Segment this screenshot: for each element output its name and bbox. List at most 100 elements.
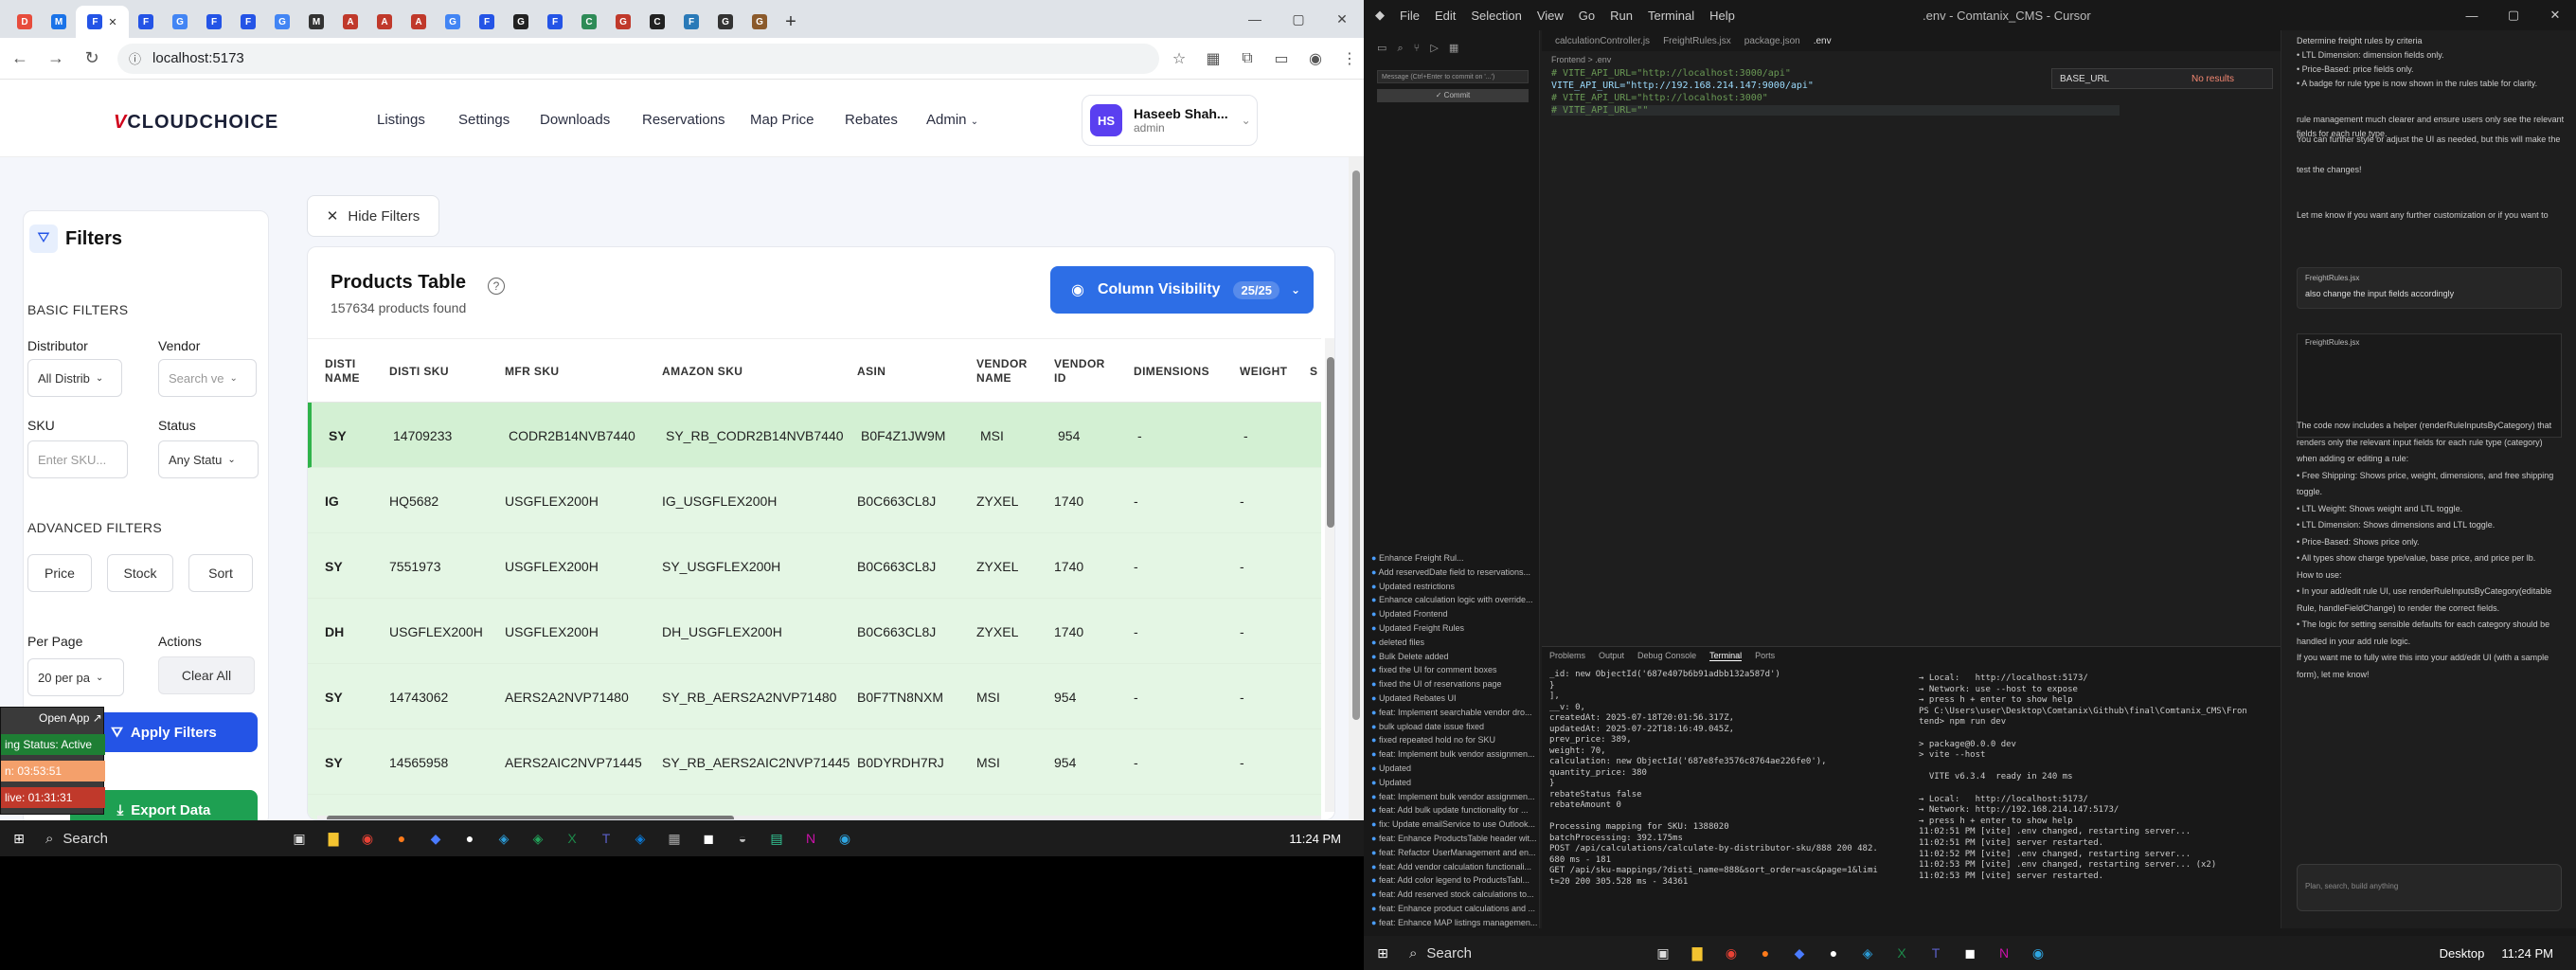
git-commit-item[interactable]: ● fixed the UI of reservations page <box>1371 679 1502 689</box>
table-row[interactable]: SY 14743062 AERS2A2NVP71480 SY_RB_AERS2A2NV… <box>308 664 1321 729</box>
menu-help[interactable]: Help <box>1709 9 1735 23</box>
firefox-icon[interactable]: ● <box>1752 940 1779 966</box>
menu-run[interactable]: Run <box>1610 9 1633 23</box>
menu-view[interactable]: View <box>1537 9 1564 23</box>
browser-tab[interactable]: C <box>640 6 674 38</box>
browser-tab[interactable]: A <box>367 6 402 38</box>
nav-settings[interactable]: Settings <box>458 112 510 128</box>
column-header[interactable]: MFR SKU <box>505 339 559 404</box>
git-commit-item[interactable]: ● Enhance calculation logic with overrid… <box>1371 595 1533 604</box>
vscode-icon[interactable]: ◈ <box>491 825 517 852</box>
maximize-icon[interactable]: ▢ <box>1277 0 1320 38</box>
onenote-icon[interactable]: N <box>1991 940 2017 966</box>
git-commit-item[interactable]: ● feat: Add reserved stock calculations … <box>1371 889 1534 899</box>
app-icon[interactable]: ◈ <box>627 825 653 852</box>
git-commit-item[interactable]: ● Updated <box>1371 763 1411 773</box>
browser-tab[interactable]: G <box>606 6 640 38</box>
git-commit-item[interactable]: ● feat: Add vendor calculation functiona… <box>1371 862 1531 871</box>
forward-icon[interactable]: → <box>40 43 72 75</box>
column-header[interactable]: S <box>1310 339 1317 404</box>
table-row[interactable]: SY 14709233 CODR2B14NVB7440 SY_RB_CODR2B14N… <box>308 403 1321 468</box>
clear-all-button[interactable]: Clear All <box>158 656 255 694</box>
cursor-icon[interactable]: ◼ <box>1957 940 1983 966</box>
app-icon[interactable]: ● <box>1820 940 1847 966</box>
profile-icon[interactable]: ◉ <box>1301 45 1330 73</box>
vscode-icon[interactable]: ◈ <box>1854 940 1881 966</box>
new-tab-button[interactable]: + <box>777 6 805 38</box>
git-commit-item[interactable]: ● Bulk Delete added <box>1371 652 1449 661</box>
browser-tab[interactable]: M <box>299 6 333 38</box>
code-line[interactable]: VITE_API_URL="http://192.168.214.147:900… <box>1551 81 1814 91</box>
git-commit-item[interactable]: ● fixed repeated hold no for SKU <box>1371 735 1495 745</box>
menu-go[interactable]: Go <box>1579 9 1595 23</box>
sort-button[interactable]: Sort <box>188 554 253 592</box>
file-explorer-icon[interactable]: ▇ <box>320 825 347 852</box>
menu-file[interactable]: File <box>1400 9 1420 23</box>
excel-icon[interactable]: X <box>559 825 585 852</box>
onenote-icon[interactable]: N <box>797 825 824 852</box>
editor-tab[interactable]: calculationController.js <box>1555 36 1650 46</box>
table-vertical-scroll-thumb[interactable] <box>1327 357 1334 528</box>
app-icon[interactable]: ▦ <box>661 825 688 852</box>
git-commit-item[interactable]: ● Updated Rebates UI <box>1371 693 1457 703</box>
tab-debug-console[interactable]: Debug Console <box>1637 651 1696 661</box>
git-commit-item[interactable]: ● feat: Implement searchable vendor dro.… <box>1371 708 1532 717</box>
column-header[interactable]: DISTI SKU <box>389 339 449 404</box>
reload-icon[interactable]: ↻ <box>76 43 108 75</box>
column-header[interactable]: DISTI NAME <box>325 339 372 404</box>
tab-problems[interactable]: Problems <box>1549 651 1585 661</box>
vendor-search-input[interactable]: Search ve ⌄ <box>158 359 257 397</box>
column-visibility-button[interactable]: ◉ Column Visibility 25/25 ⌄ <box>1050 266 1314 314</box>
git-commit-item[interactable]: ● Enhance Freight Rul... <box>1371 553 1464 563</box>
taskbar-search[interactable]: ⌕ Search <box>1409 945 1646 961</box>
git-commit-item[interactable]: ● feat: Implement bulk vendor assignmen.… <box>1371 749 1535 759</box>
git-commit-item[interactable]: ● Updated Frontend <box>1371 609 1448 619</box>
nav-reservations[interactable]: Reservations <box>642 112 725 128</box>
column-header[interactable]: AMAZON SKU <box>662 339 742 404</box>
price-button[interactable]: Price <box>27 554 92 592</box>
browser-tab[interactable]: G <box>708 6 742 38</box>
taskbar-search[interactable]: ⌕ Search <box>45 831 282 847</box>
column-header[interactable]: WEIGHT <box>1240 339 1287 404</box>
find-widget[interactable]: BASE_URL No results <box>2051 68 2273 89</box>
menu-kebab-icon[interactable]: ⋮ <box>1335 45 1364 73</box>
help-icon[interactable]: ? <box>488 278 505 295</box>
site-info-icon[interactable]: ⓘ <box>129 49 141 67</box>
browser-tab[interactable]: F <box>470 6 504 38</box>
close-tab-icon[interactable]: ✕ <box>108 16 116 28</box>
browser-tab[interactable]: F <box>197 6 231 38</box>
git-commit-item[interactable]: ● feat: Enhance product calculations and… <box>1371 904 1535 913</box>
tab-ports[interactable]: Ports <box>1755 651 1775 661</box>
app-icon[interactable]: ● <box>456 825 483 852</box>
nav-listings[interactable]: Listings <box>377 112 425 128</box>
menu-selection[interactable]: Selection <box>1471 9 1521 23</box>
browser-tab[interactable]: G <box>265 6 299 38</box>
page-scroll-thumb[interactable] <box>1352 171 1360 720</box>
code-line[interactable]: # VITE_API_URL="" <box>1551 105 2120 116</box>
table-row[interactable]: IG HQ5682 USGFLEX200H IG_USGFLEX200H B0C663C… <box>308 468 1321 533</box>
browser-tab[interactable]: F <box>538 6 572 38</box>
column-header[interactable]: VENDOR NAME <box>976 339 1029 404</box>
windows-start-icon[interactable]: ⊞ <box>1369 940 1396 966</box>
menu-edit[interactable]: Edit <box>1435 9 1456 23</box>
back-icon[interactable]: ← <box>4 43 36 75</box>
git-commit-item[interactable]: ● fix: Update emailService to use Outloo… <box>1371 819 1535 829</box>
git-commit-item[interactable]: ● fixed the UI for comment boxes <box>1371 665 1497 674</box>
per-page-select[interactable]: 20 per pa ⌄ <box>27 658 124 696</box>
code-line[interactable]: # VITE_API_URL="http://localhost:3000/ap… <box>1551 68 1791 79</box>
nav-admin[interactable]: Admin ⌄ <box>926 112 978 128</box>
editor-tab[interactable]: package.json <box>1744 36 1800 46</box>
firefox-icon[interactable]: ● <box>388 825 415 852</box>
browser-tab[interactable]: G <box>436 6 470 38</box>
git-commit-item[interactable]: ● feat: Refactor UserManagement and en..… <box>1371 848 1536 857</box>
browser-tab[interactable]: F <box>674 6 708 38</box>
commit-message-input[interactable]: Message (Ctrl+Enter to commit on '...') <box>1377 70 1529 83</box>
extensions-puzzle-icon[interactable]: ⧉ <box>1233 45 1261 73</box>
git-commit-item[interactable]: ● Updated <box>1371 778 1411 787</box>
distributor-select[interactable]: All Distrib ⌄ <box>27 359 122 397</box>
sidebar-icon[interactable]: ▭ <box>1267 45 1296 73</box>
sku-input[interactable]: Enter SKU... <box>27 440 128 478</box>
browser-tab[interactable]: G <box>163 6 197 38</box>
commit-button[interactable]: ✓ Commit <box>1377 89 1529 102</box>
chrome-icon[interactable]: ◉ <box>1718 940 1744 966</box>
